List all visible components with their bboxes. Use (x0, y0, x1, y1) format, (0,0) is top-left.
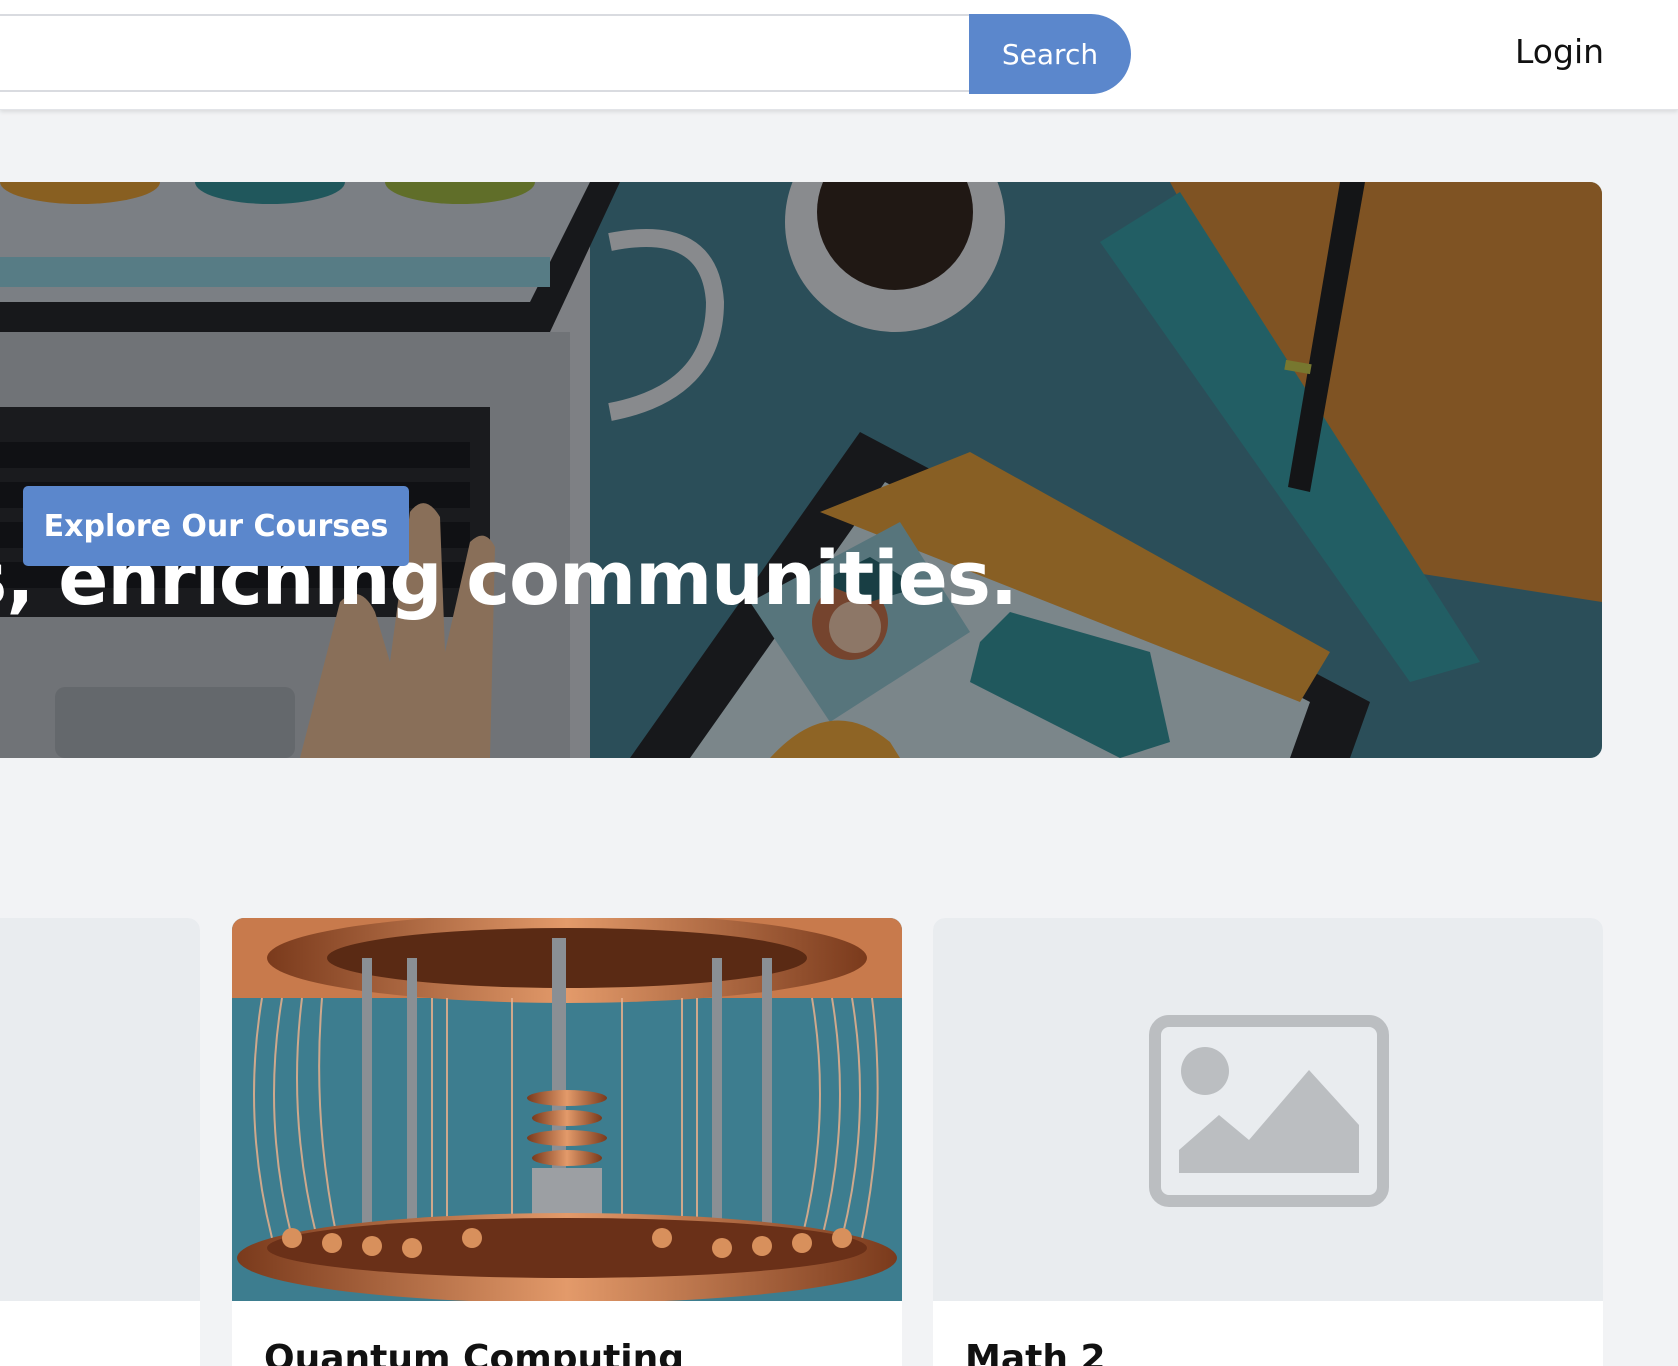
header: Search Login (0, 0, 1678, 110)
search-input[interactable] (0, 14, 970, 92)
hero-overlay (0, 182, 1602, 758)
course-card[interactable] (0, 918, 200, 1366)
course-card-image (933, 918, 1603, 1301)
course-card-image (0, 918, 200, 1301)
course-card[interactable]: Quantum Computing (232, 918, 902, 1366)
explore-courses-button[interactable]: Explore Our Courses (23, 486, 409, 566)
hero-banner: ners, enriching communities. Explore Our… (0, 182, 1602, 758)
course-card-title[interactable]: Quantum Computing (264, 1338, 684, 1366)
page: Search Login , enriching communities. Ex… (0, 0, 1678, 1366)
login-link[interactable]: Login (1515, 32, 1604, 71)
course-card-title[interactable]: Math 2 (965, 1338, 1106, 1366)
course-card[interactable]: Math 2 (933, 918, 1603, 1366)
placeholder-image-icon (1149, 1015, 1389, 1207)
quantum-computer-image (232, 918, 902, 1303)
course-card-image (232, 918, 902, 1303)
search-button[interactable]: Search (969, 14, 1131, 94)
